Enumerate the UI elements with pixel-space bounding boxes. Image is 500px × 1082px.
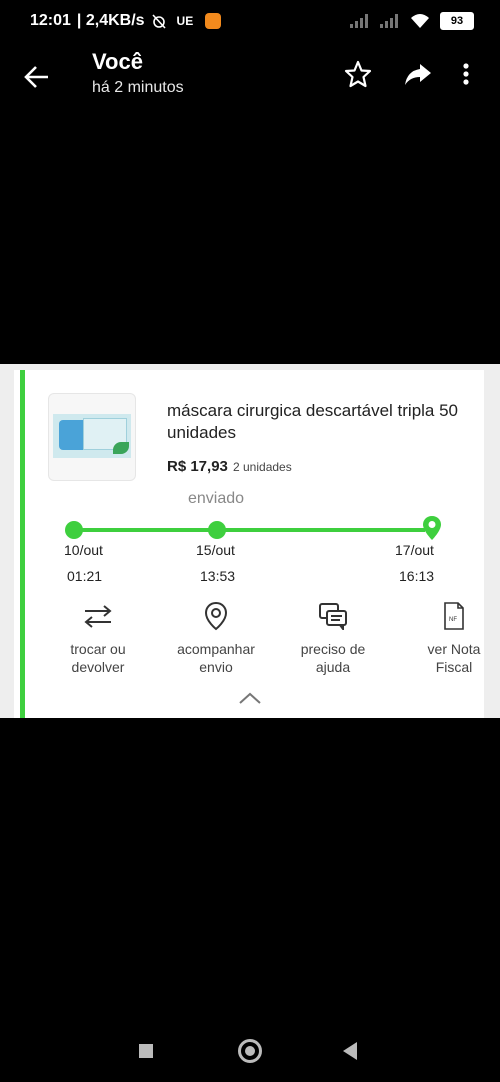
- timeline-date-1: 10/out: [64, 542, 103, 558]
- help-label: preciso de ajuda: [300, 641, 366, 675]
- page-title: Você: [92, 49, 143, 74]
- swap-arrows-icon: [84, 605, 112, 628]
- wifi-icon: [411, 14, 429, 28]
- timeline-time-2: 13:53: [200, 568, 236, 584]
- product-image[interactable]: [48, 393, 136, 481]
- signal-icon-2: [380, 14, 398, 28]
- clock: 12:01: [30, 12, 71, 29]
- home-icon[interactable]: [238, 1039, 262, 1063]
- more-options-icon[interactable]: [456, 58, 476, 90]
- carrier-label: UE: [176, 14, 194, 28]
- timeline-dot-1: [65, 521, 83, 539]
- timeline-destination-pin-icon: [423, 516, 441, 540]
- recent-apps-icon[interactable]: [139, 1044, 153, 1058]
- return-exchange-button[interactable]: trocar ou devolver: [53, 598, 143, 676]
- app-header: Você há 2 minutos: [0, 44, 500, 114]
- product-quantity: 2 unidades: [233, 460, 292, 474]
- chat-bubbles-icon: [319, 603, 347, 630]
- timeline-date-2: 15/out: [196, 542, 235, 558]
- back-arrow-icon[interactable]: [20, 60, 54, 94]
- share-icon[interactable]: [402, 58, 434, 90]
- battery-level: 93: [442, 14, 472, 28]
- back-triangle-icon[interactable]: [343, 1042, 357, 1060]
- invoice-document-icon: NF: [444, 602, 464, 630]
- track-shipment-button[interactable]: acompanhar envio: [171, 598, 261, 676]
- system-nav-bar: [0, 1030, 500, 1082]
- timeline-time-3: 16:13: [399, 568, 435, 584]
- app-notification-icon: [205, 13, 222, 29]
- timeline-segment-1: [74, 528, 216, 532]
- timeline-segment-2: [217, 528, 425, 532]
- shipping-status: enviado: [188, 490, 245, 507]
- card-accent-bar: [20, 370, 25, 718]
- help-button[interactable]: preciso de ajuda: [288, 598, 378, 676]
- svg-text:NF: NF: [449, 617, 457, 623]
- product-price: R$ 17,93: [167, 458, 228, 475]
- timeline-time-1: 01:21: [67, 568, 103, 584]
- location-pin-icon: [204, 601, 228, 631]
- mute-alarm-icon: [151, 14, 166, 29]
- signal-icon: [350, 14, 368, 28]
- order-card-area: máscara cirurgica descartável tripla 50 …: [0, 364, 500, 718]
- status-bar: 12:01 | 2,4KB/s UE 93: [0, 0, 500, 44]
- timeline-dot-2: [208, 521, 226, 539]
- order-card[interactable]: máscara cirurgica descartável tripla 50 …: [14, 370, 484, 718]
- network-speed: | 2,4KB/s: [76, 12, 145, 29]
- return-exchange-label: trocar ou devolver: [70, 641, 126, 675]
- chevron-up-icon[interactable]: [239, 692, 261, 704]
- invoice-button[interactable]: NF ver Nota Fiscal: [409, 598, 484, 676]
- star-icon[interactable]: [342, 58, 374, 90]
- timeline-date-3: 17/out: [395, 542, 434, 558]
- page-subtitle: há 2 minutos: [92, 79, 184, 96]
- invoice-label: ver Nota Fiscal: [427, 641, 481, 675]
- product-title[interactable]: máscara cirurgica descartável tripla 50 …: [167, 400, 467, 444]
- battery-icon: 93: [440, 12, 474, 30]
- track-shipment-label: acompanhar envio: [177, 641, 255, 675]
